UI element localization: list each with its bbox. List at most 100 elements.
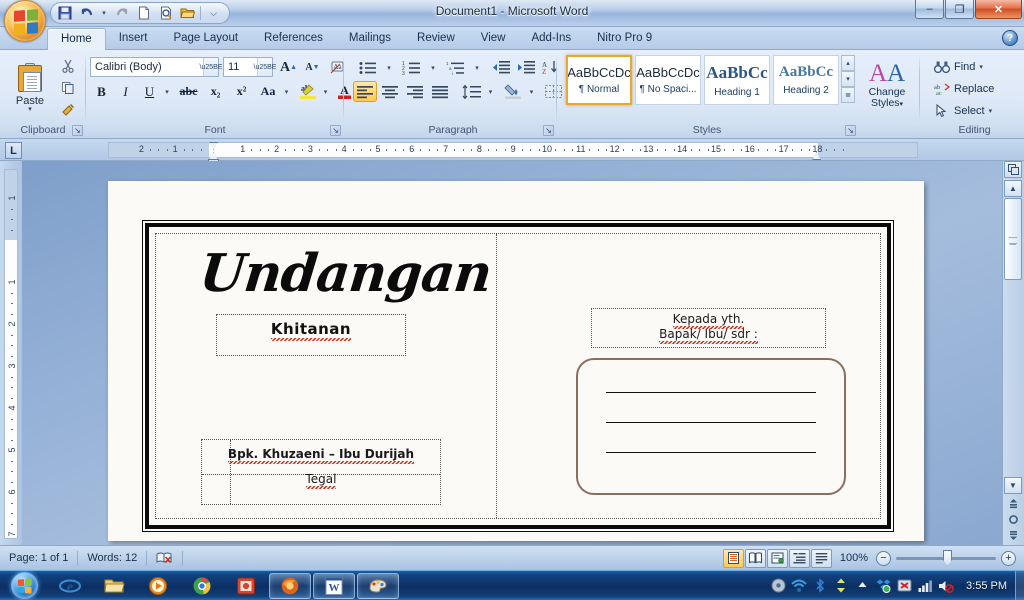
- taskbar-google-chrome[interactable]: [181, 573, 223, 599]
- khitanan-box[interactable]: Khitanan: [216, 314, 406, 356]
- tab-insert[interactable]: Insert: [106, 28, 161, 50]
- taskbar-microsoft-word[interactable]: W: [313, 572, 355, 599]
- customize-qat-icon[interactable]: ⌵: [204, 4, 223, 22]
- tab-nitro-pro-9[interactable]: Nitro Pro 9: [584, 28, 665, 50]
- line-spacing-dropdown-icon[interactable]: ▾: [485, 81, 496, 102]
- outline-view-button[interactable]: [788, 548, 810, 568]
- font-name-dropdown-icon[interactable]: \u25BE: [200, 58, 222, 76]
- zoom-track[interactable]: [896, 549, 996, 566]
- paste-button[interactable]: Paste ▾: [6, 54, 54, 118]
- shrink-font-button[interactable]: A ▼: [301, 57, 324, 78]
- styles-scroll-up-button[interactable]: ▴: [841, 55, 855, 71]
- font-name-combo[interactable]: Calibri (Body) \u25BE: [90, 57, 222, 77]
- horizontal-ruler[interactable]: 2 1 1 2 3 4 5 6 7 8 9 10 11 12 13 14 15 16 17 18: [108, 142, 918, 164]
- zoom-level-label[interactable]: 100%: [832, 552, 876, 564]
- office-button[interactable]: [4, 0, 46, 42]
- zoom-out-button[interactable]: −: [876, 550, 891, 566]
- invitation-title[interactable]: Undangan: [197, 243, 494, 304]
- tray-antivirus-icon[interactable]: [896, 578, 912, 594]
- tab-stop-selector[interactable]: L: [5, 142, 22, 159]
- scroll-thumb[interactable]: [1004, 198, 1022, 280]
- tab-mailings[interactable]: Mailings: [336, 28, 404, 50]
- underline-dropdown-icon[interactable]: ▾: [161, 81, 173, 102]
- bold-button[interactable]: B: [90, 81, 113, 102]
- change-case-button[interactable]: Aa: [255, 81, 281, 102]
- subscript-button[interactable]: x₂: [203, 81, 228, 102]
- save-icon[interactable]: [55, 4, 74, 22]
- document-page[interactable]: Undangan Khitanan Bpk. Khuzaeni – Ibu Du…: [108, 181, 924, 541]
- tab-add-ins[interactable]: Add-Ins: [518, 28, 584, 50]
- strikethrough-button[interactable]: abc: [175, 81, 202, 102]
- numbering-dropdown-icon[interactable]: ▾: [427, 57, 439, 78]
- next-page-button[interactable]: [1004, 527, 1022, 543]
- tray-show-hidden-icons[interactable]: [854, 578, 870, 594]
- previous-page-button[interactable]: [1004, 495, 1022, 511]
- multilevel-dropdown-icon[interactable]: ▾: [471, 57, 483, 78]
- superscript-button[interactable]: x²: [229, 81, 254, 102]
- document-canvas[interactable]: Undangan Khitanan Bpk. Khuzaeni – Ibu Du…: [22, 161, 1002, 545]
- style-heading-2[interactable]: AaBbCc Heading 2: [773, 55, 839, 105]
- underline-button[interactable]: U: [138, 81, 161, 102]
- taskbar-internet-explorer[interactable]: e: [49, 573, 91, 599]
- italic-button[interactable]: I: [114, 81, 137, 102]
- select-dropdown-icon[interactable]: ▾: [989, 107, 993, 115]
- change-styles-button[interactable]: AA Change Styles▾: [859, 54, 915, 116]
- multilevel-list-button[interactable]: 1ai: [441, 57, 471, 78]
- full-screen-reading-view-button[interactable]: [744, 548, 766, 568]
- split-window-button[interactable]: [1004, 161, 1022, 178]
- vertical-scrollbar[interactable]: ▲ ▼: [1002, 161, 1024, 545]
- open-icon[interactable]: [178, 4, 197, 22]
- parents-box[interactable]: Bpk. Khuzaeni – Ibu Durijah Tegal: [201, 439, 441, 505]
- undo-dropdown-icon[interactable]: ▾: [99, 4, 109, 22]
- clipboard-dialog-launcher[interactable]: ↘: [72, 125, 83, 136]
- decrease-indent-button[interactable]: [489, 57, 513, 78]
- paste-dropdown-arrow-icon[interactable]: ▾: [28, 106, 32, 113]
- tray-dropbox-icon[interactable]: [875, 578, 891, 594]
- bullets-button[interactable]: [353, 57, 383, 78]
- help-icon[interactable]: ?: [1002, 30, 1018, 46]
- zoom-slider[interactable]: − +: [876, 549, 1024, 566]
- bullets-dropdown-icon[interactable]: ▾: [383, 57, 395, 78]
- shading-button[interactable]: [501, 81, 526, 102]
- justify-button[interactable]: [428, 81, 452, 102]
- address-rounded-box[interactable]: [576, 358, 846, 495]
- clear-formatting-button[interactable]: Aa: [326, 57, 349, 78]
- style-normal[interactable]: AaBbCcDc ¶ Normal: [566, 55, 632, 105]
- tray-bluetooth-icon[interactable]: [812, 578, 828, 594]
- tray-volume-muted-icon[interactable]: [938, 578, 954, 594]
- print-layout-view-button[interactable]: [722, 548, 744, 568]
- paragraph-dialog-launcher[interactable]: ↘: [543, 125, 554, 136]
- draft-view-button[interactable]: [810, 548, 832, 568]
- taskbar-windows-explorer[interactable]: [93, 573, 135, 599]
- scroll-up-button[interactable]: ▲: [1004, 180, 1022, 197]
- taskbar-mozilla-firefox[interactable]: [269, 572, 311, 599]
- align-right-button[interactable]: [403, 81, 427, 102]
- font-size-dropdown-icon[interactable]: \u25BE: [254, 58, 276, 76]
- taskbar-windows-media-player[interactable]: [137, 573, 179, 599]
- align-left-button[interactable]: [353, 81, 377, 102]
- restore-button[interactable]: ❐: [945, 0, 974, 19]
- find-button[interactable]: Find ▾: [929, 56, 988, 77]
- select-browse-object-button[interactable]: [1004, 511, 1022, 527]
- font-dialog-launcher[interactable]: ↘: [330, 125, 341, 136]
- styles-scroll-down-button[interactable]: ▾: [841, 71, 855, 87]
- shading-dropdown-icon[interactable]: ▾: [526, 81, 537, 102]
- taskbar-app-red[interactable]: [225, 573, 267, 599]
- align-center-button[interactable]: [378, 81, 402, 102]
- print-preview-icon[interactable]: [156, 4, 175, 22]
- minimize-button[interactable]: –: [915, 0, 944, 19]
- scroll-down-button[interactable]: ▼: [1004, 477, 1022, 494]
- format-painter-button[interactable]: [56, 99, 80, 120]
- tab-page-layout[interactable]: Page Layout: [160, 28, 251, 50]
- tray-disc-icon[interactable]: [770, 578, 786, 594]
- tab-view[interactable]: View: [468, 28, 519, 50]
- font-size-combo[interactable]: 11 \u25BE: [223, 57, 276, 77]
- tray-updown-icon[interactable]: [833, 578, 849, 594]
- taskbar-clock[interactable]: 3:55 PM: [958, 580, 1015, 592]
- find-dropdown-icon[interactable]: ▾: [979, 63, 983, 71]
- style-heading-1[interactable]: AaBbCс Heading 1: [704, 55, 770, 105]
- style-no-spacing[interactable]: AaBbCcDc ¶ No Spaci...: [635, 55, 701, 105]
- page-indicator[interactable]: Page: 1 of 1: [0, 546, 77, 571]
- recipient-box[interactable]: Kepada yth. Bapak/ Ibu/ sdr :: [591, 308, 826, 348]
- proofing-errors-icon[interactable]: [147, 546, 182, 571]
